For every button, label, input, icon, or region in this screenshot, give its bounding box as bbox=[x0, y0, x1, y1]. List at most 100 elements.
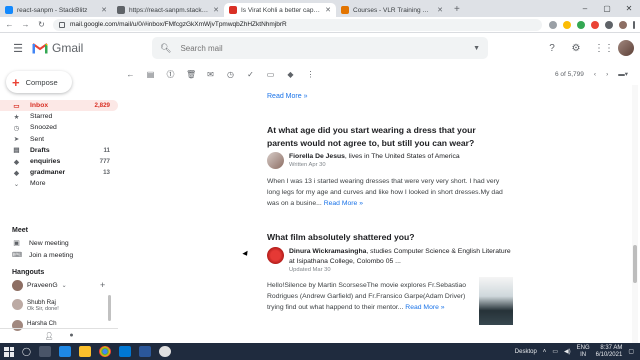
inbox-icon: ▭ bbox=[13, 102, 20, 110]
task-view-icon[interactable] bbox=[38, 346, 51, 357]
new-conversation-icon[interactable]: + bbox=[100, 280, 105, 290]
search-input[interactable] bbox=[180, 43, 465, 53]
delete-icon[interactable]: 🗑︎ bbox=[186, 70, 196, 79]
read-more-link[interactable]: Read More » bbox=[324, 200, 363, 207]
newer-icon[interactable]: ‹ bbox=[594, 71, 596, 78]
search-options-icon[interactable]: ▼ bbox=[473, 45, 480, 52]
minimize-icon[interactable]: – bbox=[574, 0, 596, 17]
add-task-icon[interactable]: ✓ bbox=[246, 70, 255, 79]
post-thumbnail[interactable] bbox=[479, 277, 513, 325]
snooze-icon[interactable]: ◷ bbox=[226, 70, 235, 79]
menu-dots-icon[interactable] bbox=[633, 20, 635, 29]
language-indicator[interactable]: ENG IN bbox=[577, 345, 590, 359]
star-bookmark-icon[interactable] bbox=[563, 20, 571, 29]
read-more-link[interactable]: Read More » bbox=[267, 93, 307, 100]
tab-title: Is Virat Kohli a better captain th... bbox=[241, 6, 321, 14]
clock-time: 8:37 AM bbox=[600, 344, 623, 351]
search-icon[interactable]: ◯ bbox=[22, 347, 31, 356]
browser-tab[interactable]: react-sanpm - StackBlitz ✕ bbox=[0, 3, 112, 17]
contact-item[interactable]: Shubh Raj Ok Sir, done! bbox=[12, 299, 59, 312]
question-title[interactable]: What film absolutely shattered you? bbox=[267, 231, 507, 244]
mail-app-icon[interactable] bbox=[58, 346, 71, 357]
main-menu-icon[interactable]: ☰ bbox=[4, 42, 32, 55]
sidebar-item-enquiries[interactable]: ◆ enquiries 777 bbox=[0, 156, 118, 167]
notification-icon[interactable]: ▢ bbox=[628, 348, 634, 355]
url-field[interactable]: mail.google.com/mail/u/0/#inbox/FMfcgzGk… bbox=[53, 18, 542, 31]
post-excerpt-text: When I was 13 i started wearing dresses … bbox=[267, 178, 503, 207]
mark-unread-icon[interactable]: ✉ bbox=[206, 70, 215, 79]
chat-bubble-icon[interactable]: ● bbox=[69, 332, 73, 339]
chevron-up-icon[interactable]: ˄ bbox=[543, 349, 547, 355]
back-to-inbox-icon[interactable]: ← bbox=[126, 70, 135, 79]
clock[interactable]: 8:37 AM 6/10/2021 bbox=[596, 345, 623, 359]
chrome-icon[interactable] bbox=[98, 346, 111, 357]
browser-tab[interactable]: Is Virat Kohli a better captain th... ✕ bbox=[224, 3, 336, 17]
label-icon[interactable]: ◆ bbox=[286, 70, 295, 79]
forward-icon[interactable]: → bbox=[21, 20, 30, 29]
sidebar-item-more[interactable]: ⌄ More bbox=[0, 178, 118, 189]
close-tab-icon[interactable]: ✕ bbox=[437, 6, 443, 14]
close-tab-icon[interactable]: ✕ bbox=[101, 6, 107, 14]
window-controls: – ▢ ✕ bbox=[574, 0, 640, 17]
edge-icon[interactable] bbox=[118, 346, 131, 357]
browser-tab[interactable]: https://react-sanpm.stackblitz.io ✕ bbox=[112, 3, 224, 17]
word-icon[interactable] bbox=[138, 346, 151, 357]
new-tab-button[interactable]: + bbox=[448, 3, 466, 17]
sidebar-item-drafts[interactable]: ▤ Drafts 11 bbox=[0, 145, 118, 156]
desktop-label[interactable]: Desktop bbox=[515, 349, 537, 355]
scrollbar-thumb[interactable] bbox=[633, 245, 637, 283]
puzzle-icon[interactable] bbox=[605, 20, 613, 29]
contact-name: Shubh Raj bbox=[27, 299, 56, 306]
content-scrollbar[interactable] bbox=[632, 85, 638, 343]
search-icon[interactable]: 🔍︎ bbox=[160, 43, 171, 54]
sidebar-item-snoozed[interactable]: ◷ Snoozed bbox=[0, 122, 118, 133]
person-icon[interactable]: 👤︎ bbox=[44, 332, 53, 340]
back-icon[interactable]: ← bbox=[5, 20, 14, 29]
key-icon[interactable] bbox=[549, 20, 557, 29]
sidebar-item-label: Snoozed bbox=[30, 124, 57, 132]
reload-icon[interactable]: ↻ bbox=[37, 20, 46, 29]
read-more-link[interactable]: Read More » bbox=[405, 304, 444, 311]
move-to-icon[interactable]: ▭ bbox=[266, 70, 275, 79]
windows-start-icon[interactable] bbox=[4, 346, 14, 357]
join-meeting-link[interactable]: ⌨ Join a meeting bbox=[12, 251, 73, 260]
sidebar-scrollbar[interactable] bbox=[108, 295, 111, 321]
sidebar-item-inbox[interactable]: ▭ Inbox 2,829 bbox=[0, 100, 118, 112]
sidebar-item-label: gradmaner bbox=[30, 169, 66, 177]
close-icon[interactable]: ✕ bbox=[618, 0, 640, 17]
extension-icon[interactable] bbox=[591, 20, 599, 29]
app-icon[interactable] bbox=[158, 346, 171, 357]
extension-icon[interactable] bbox=[577, 20, 585, 29]
hangouts-user[interactable]: PraveenG ⌄ bbox=[12, 280, 67, 291]
sidebar-item-label: More bbox=[30, 180, 46, 188]
sidebar-item-label: Inbox bbox=[30, 102, 49, 110]
new-meeting-link[interactable]: ▣ New meeting bbox=[12, 239, 68, 248]
compose-button[interactable]: + Compose bbox=[6, 71, 72, 93]
sidebar-item-starred[interactable]: ★ Starred bbox=[0, 111, 118, 122]
sidebar-item-sent[interactable]: ➤ Sent bbox=[0, 134, 118, 145]
author-name[interactable]: Dinura Wickramasingha bbox=[289, 248, 366, 255]
report-spam-icon[interactable]: ⓵ bbox=[166, 69, 175, 80]
help-icon[interactable]: ? bbox=[546, 43, 558, 54]
extensions bbox=[549, 20, 635, 29]
older-icon[interactable]: › bbox=[606, 71, 608, 78]
maximize-icon[interactable]: ▢ bbox=[596, 0, 618, 17]
author-name[interactable]: Fiorella De Jesus bbox=[289, 153, 345, 160]
browser-profile-avatar[interactable] bbox=[619, 20, 627, 29]
settings-gear-icon[interactable]: ⚙ bbox=[570, 43, 582, 54]
question-title[interactable]: At what age did you start wearing a dres… bbox=[267, 124, 507, 149]
favicon-icon bbox=[229, 6, 237, 14]
browser-tab[interactable]: Courses - VLR Training Software✕ bbox=[336, 3, 448, 17]
volume-icon[interactable]: ◀) bbox=[564, 348, 571, 355]
archive-icon[interactable]: ▤ bbox=[146, 70, 155, 79]
close-tab-icon[interactable]: ✕ bbox=[325, 6, 331, 14]
close-tab-icon[interactable]: ✕ bbox=[213, 6, 219, 14]
sidebar-item-gradmaner[interactable]: ◆ gradmaner 13 bbox=[0, 167, 118, 178]
more-options-icon[interactable]: ⋮ bbox=[306, 70, 315, 79]
apps-grid-icon[interactable]: ⋮⋮ bbox=[594, 43, 614, 54]
file-explorer-icon[interactable] bbox=[78, 346, 91, 357]
input-tools-icon[interactable]: ▬▾ bbox=[618, 70, 628, 78]
account-avatar[interactable] bbox=[618, 40, 634, 56]
network-icon[interactable]: ▭ bbox=[552, 348, 558, 355]
gmail-logo[interactable]: Gmail bbox=[32, 41, 120, 55]
